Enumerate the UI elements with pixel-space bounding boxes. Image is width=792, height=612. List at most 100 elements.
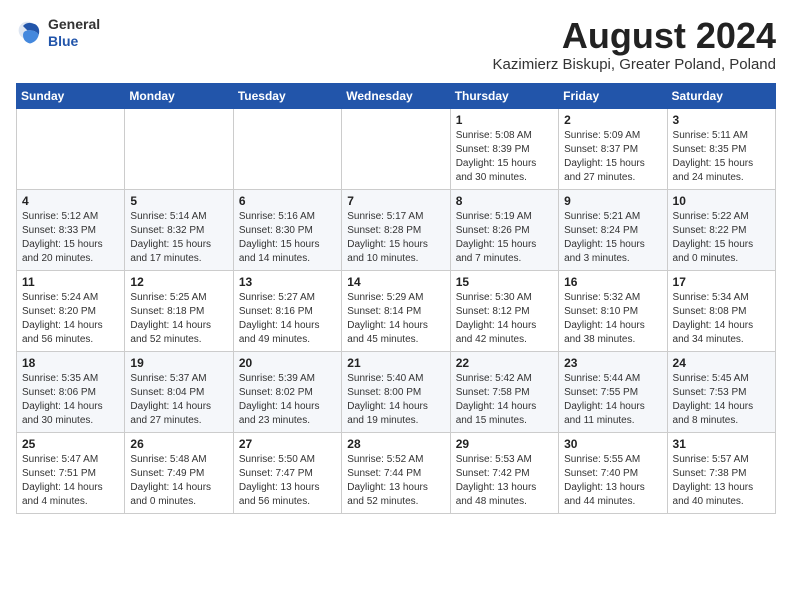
day-number: 6	[239, 194, 336, 208]
day-number: 29	[456, 437, 553, 451]
day-number: 26	[130, 437, 227, 451]
day-number: 12	[130, 275, 227, 289]
day-info: Sunrise: 5:24 AM Sunset: 8:20 PM Dayligh…	[22, 291, 119, 347]
calendar-week-row: 18 Sunrise: 5:35 AM Sunset: 8:06 PM Dayli…	[17, 351, 776, 432]
weekday-header-friday: Friday	[559, 83, 667, 108]
calendar-cell: 30 Sunrise: 5:55 AM Sunset: 7:40 PM Dayli…	[559, 432, 667, 513]
calendar-cell: 16 Sunrise: 5:32 AM Sunset: 8:10 PM Dayli…	[559, 270, 667, 351]
day-number: 22	[456, 356, 553, 370]
day-info: Sunrise: 5:19 AM Sunset: 8:26 PM Dayligh…	[456, 210, 553, 266]
day-number: 17	[673, 275, 770, 289]
calendar-cell: 28 Sunrise: 5:52 AM Sunset: 7:44 PM Dayli…	[342, 432, 450, 513]
day-number: 1	[456, 113, 553, 127]
day-info: Sunrise: 5:55 AM Sunset: 7:40 PM Dayligh…	[564, 453, 661, 509]
calendar-cell: 15 Sunrise: 5:30 AM Sunset: 8:12 PM Dayli…	[450, 270, 558, 351]
day-number: 8	[456, 194, 553, 208]
calendar-cell: 6 Sunrise: 5:16 AM Sunset: 8:30 PM Daylig…	[233, 189, 341, 270]
calendar-cell: 3 Sunrise: 5:11 AM Sunset: 8:35 PM Daylig…	[667, 108, 775, 189]
calendar-cell: 12 Sunrise: 5:25 AM Sunset: 8:18 PM Dayli…	[125, 270, 233, 351]
page-header: General Blue August 2024 Kazimierz Bisku…	[16, 16, 776, 73]
calendar-cell	[17, 108, 125, 189]
calendar-cell: 20 Sunrise: 5:39 AM Sunset: 8:02 PM Dayli…	[233, 351, 341, 432]
day-number: 30	[564, 437, 661, 451]
calendar-cell: 8 Sunrise: 5:19 AM Sunset: 8:26 PM Daylig…	[450, 189, 558, 270]
calendar-cell: 29 Sunrise: 5:53 AM Sunset: 7:42 PM Dayli…	[450, 432, 558, 513]
logo-general-text: General	[48, 16, 100, 33]
day-info: Sunrise: 5:44 AM Sunset: 7:55 PM Dayligh…	[564, 372, 661, 428]
calendar-cell: 21 Sunrise: 5:40 AM Sunset: 8:00 PM Dayli…	[342, 351, 450, 432]
calendar-cell: 4Sunrise: 5:12 AM Sunset: 8:33 PM Daylig…	[17, 189, 125, 270]
day-info: Sunrise: 5:32 AM Sunset: 8:10 PM Dayligh…	[564, 291, 661, 347]
day-info: Sunrise: 5:57 AM Sunset: 7:38 PM Dayligh…	[673, 453, 770, 509]
day-info: Sunrise: 5:53 AM Sunset: 7:42 PM Dayligh…	[456, 453, 553, 509]
day-info: Sunrise: 5:29 AM Sunset: 8:14 PM Dayligh…	[347, 291, 444, 347]
day-info: Sunrise: 5:30 AM Sunset: 8:12 PM Dayligh…	[456, 291, 553, 347]
day-info: Sunrise: 5:37 AM Sunset: 8:04 PM Dayligh…	[130, 372, 227, 428]
day-number: 9	[564, 194, 661, 208]
calendar-cell: 19 Sunrise: 5:37 AM Sunset: 8:04 PM Dayli…	[125, 351, 233, 432]
calendar-cell: 23 Sunrise: 5:44 AM Sunset: 7:55 PM Dayli…	[559, 351, 667, 432]
day-info: Sunrise: 5:40 AM Sunset: 8:00 PM Dayligh…	[347, 372, 444, 428]
day-info: Sunrise: 5:11 AM Sunset: 8:35 PM Dayligh…	[673, 129, 770, 185]
weekday-header-tuesday: Tuesday	[233, 83, 341, 108]
day-info: Sunrise: 5:21 AM Sunset: 8:24 PM Dayligh…	[564, 210, 661, 266]
calendar-cell	[125, 108, 233, 189]
day-number: 10	[673, 194, 770, 208]
day-info: Sunrise: 5:16 AM Sunset: 8:30 PM Dayligh…	[239, 210, 336, 266]
day-number: 19	[130, 356, 227, 370]
day-info: Sunrise: 5:48 AM Sunset: 7:49 PM Dayligh…	[130, 453, 227, 509]
day-info: Sunrise: 5:22 AM Sunset: 8:22 PM Dayligh…	[673, 210, 770, 266]
day-number: 20	[239, 356, 336, 370]
day-info: Sunrise: 5:17 AM Sunset: 8:28 PM Dayligh…	[347, 210, 444, 266]
calendar-cell: 5 Sunrise: 5:14 AM Sunset: 8:32 PM Daylig…	[125, 189, 233, 270]
day-number: 21	[347, 356, 444, 370]
day-number: 3	[673, 113, 770, 127]
calendar-cell: 11 Sunrise: 5:24 AM Sunset: 8:20 PM Dayli…	[17, 270, 125, 351]
day-number: 23	[564, 356, 661, 370]
calendar-cell: 10 Sunrise: 5:22 AM Sunset: 8:22 PM Dayli…	[667, 189, 775, 270]
day-info: Sunrise: 5:47 AM Sunset: 7:51 PM Dayligh…	[22, 453, 119, 509]
weekday-header-thursday: Thursday	[450, 83, 558, 108]
day-number: 25	[22, 437, 119, 451]
calendar-cell: 22 Sunrise: 5:42 AM Sunset: 7:58 PM Dayli…	[450, 351, 558, 432]
calendar-table: SundayMondayTuesdayWednesdayThursdayFrid…	[16, 83, 776, 514]
logo-icon	[16, 19, 44, 47]
day-number: 31	[673, 437, 770, 451]
calendar-cell: 18 Sunrise: 5:35 AM Sunset: 8:06 PM Dayli…	[17, 351, 125, 432]
month-year-title: August 2024	[493, 16, 776, 56]
day-info: Sunrise: 5:35 AM Sunset: 8:06 PM Dayligh…	[22, 372, 119, 428]
calendar-cell: 24Sunrise: 5:45 AM Sunset: 7:53 PM Dayli…	[667, 351, 775, 432]
day-info: Sunrise: 5:34 AM Sunset: 8:08 PM Dayligh…	[673, 291, 770, 347]
day-info: Sunrise: 5:42 AM Sunset: 7:58 PM Dayligh…	[456, 372, 553, 428]
day-info: Sunrise: 5:39 AM Sunset: 8:02 PM Dayligh…	[239, 372, 336, 428]
day-number: 15	[456, 275, 553, 289]
weekday-header-wednesday: Wednesday	[342, 83, 450, 108]
weekday-header-row: SundayMondayTuesdayWednesdayThursdayFrid…	[17, 83, 776, 108]
calendar-cell	[342, 108, 450, 189]
calendar-cell: 27Sunrise: 5:50 AM Sunset: 7:47 PM Dayli…	[233, 432, 341, 513]
title-block: August 2024 Kazimierz Biskupi, Greater P…	[493, 16, 776, 73]
day-number: 14	[347, 275, 444, 289]
day-number: 28	[347, 437, 444, 451]
day-number: 18	[22, 356, 119, 370]
calendar-week-row: 11 Sunrise: 5:24 AM Sunset: 8:20 PM Dayli…	[17, 270, 776, 351]
calendar-week-row: 25 Sunrise: 5:47 AM Sunset: 7:51 PM Dayli…	[17, 432, 776, 513]
calendar-cell: 7 Sunrise: 5:17 AM Sunset: 8:28 PM Daylig…	[342, 189, 450, 270]
day-info: Sunrise: 5:12 AM Sunset: 8:33 PM Dayligh…	[22, 210, 119, 266]
calendar-cell: 2Sunrise: 5:09 AM Sunset: 8:37 PM Daylig…	[559, 108, 667, 189]
day-info: Sunrise: 5:25 AM Sunset: 8:18 PM Dayligh…	[130, 291, 227, 347]
day-number: 5	[130, 194, 227, 208]
calendar-cell: 25 Sunrise: 5:47 AM Sunset: 7:51 PM Dayli…	[17, 432, 125, 513]
day-number: 11	[22, 275, 119, 289]
weekday-header-sunday: Sunday	[17, 83, 125, 108]
day-info: Sunrise: 5:52 AM Sunset: 7:44 PM Dayligh…	[347, 453, 444, 509]
weekday-header-saturday: Saturday	[667, 83, 775, 108]
location-subtitle: Kazimierz Biskupi, Greater Poland, Polan…	[493, 56, 776, 73]
calendar-cell: 1Sunrise: 5:08 AM Sunset: 8:39 PM Daylig…	[450, 108, 558, 189]
day-info: Sunrise: 5:14 AM Sunset: 8:32 PM Dayligh…	[130, 210, 227, 266]
day-number: 7	[347, 194, 444, 208]
calendar-cell: 31 Sunrise: 5:57 AM Sunset: 7:38 PM Dayli…	[667, 432, 775, 513]
calendar-cell: 14 Sunrise: 5:29 AM Sunset: 8:14 PM Dayli…	[342, 270, 450, 351]
logo: General Blue	[16, 16, 100, 50]
day-number: 16	[564, 275, 661, 289]
